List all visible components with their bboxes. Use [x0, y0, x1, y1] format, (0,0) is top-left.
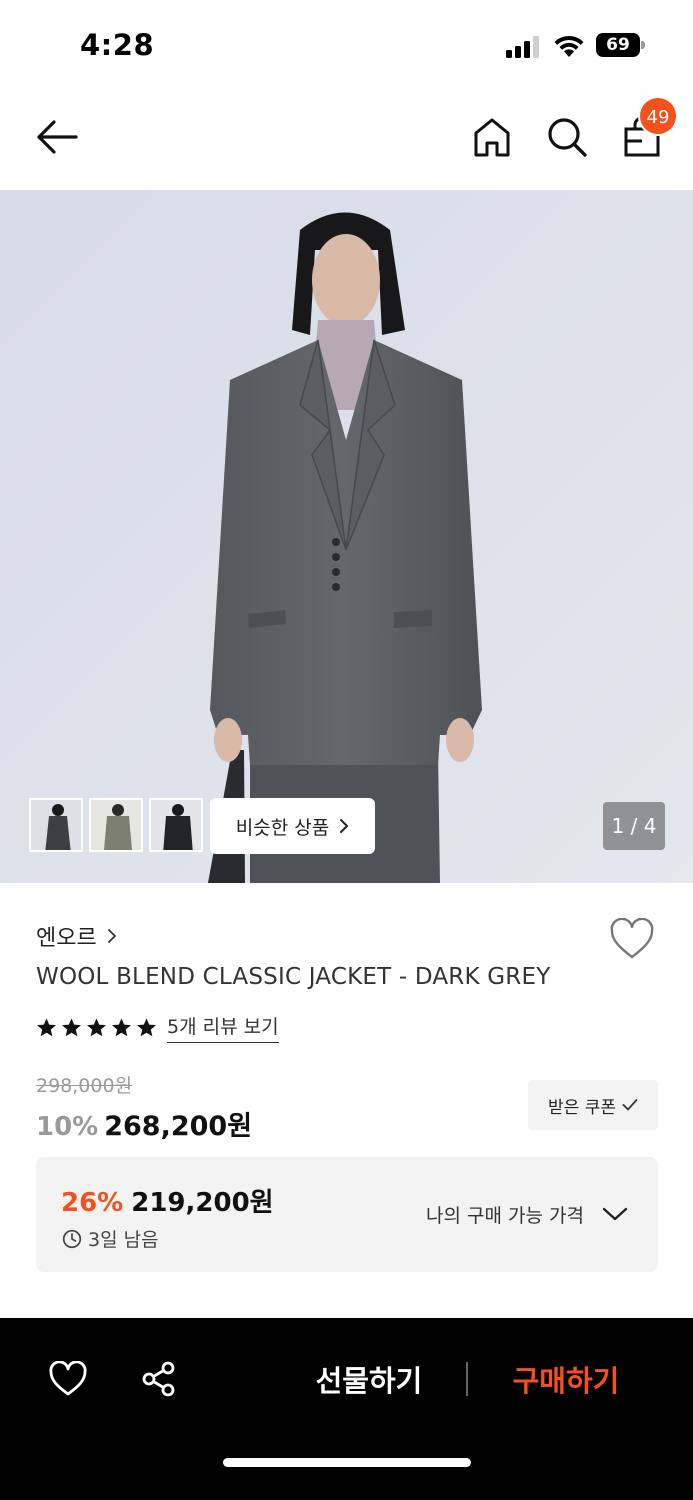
time-left-label: 3일 남음	[88, 1229, 159, 1251]
status-time: 4:28	[80, 28, 155, 62]
gallery-page-indicator: 1 / 4	[603, 802, 665, 850]
star-icon	[112, 1018, 131, 1037]
coupon-label: 받은 쿠폰	[548, 1097, 616, 1118]
chevron-right-icon	[107, 929, 116, 943]
similar-products-button[interactable]: 비슷한 상품	[210, 798, 375, 854]
gallery-thumbnail-2[interactable]	[89, 798, 143, 852]
my-price-label: 나의 구매 가능 가격	[426, 1205, 584, 1227]
gallery-thumbnail-3[interactable]	[149, 798, 203, 852]
sale-price: 268,200원	[104, 1111, 253, 1142]
battery-icon: 69	[596, 33, 645, 57]
back-arrow-icon[interactable]	[34, 117, 80, 157]
share-icon[interactable]	[140, 1360, 178, 1398]
cellular-signal-icon	[506, 36, 542, 58]
home-icon[interactable]	[472, 116, 512, 158]
gallery-thumbnail-1[interactable]	[29, 798, 83, 852]
buy-button[interactable]: 구매하기	[497, 1356, 635, 1406]
star-icon	[37, 1018, 56, 1037]
bottom-action-bar: 선물하기 구매하기	[0, 1318, 693, 1500]
discount-rate: 10%	[36, 1112, 99, 1142]
best-price-row: 26% 219,200원	[61, 1182, 274, 1219]
received-coupon-button[interactable]: 받은 쿠폰	[528, 1080, 658, 1130]
star-icon	[87, 1018, 106, 1037]
like-heart-icon[interactable]	[48, 1361, 88, 1397]
time-left: 3일 남음	[62, 1225, 159, 1252]
product-image-gallery[interactable]: 비슷한 상품 1 / 4	[0, 190, 693, 883]
clock-icon	[62, 1229, 82, 1248]
status-bar: 4:28 69	[0, 0, 693, 90]
my-best-price-panel[interactable]: 26% 219,200원 3일 남음 나의 구매 가능 가격	[36, 1157, 658, 1272]
best-discount-rate: 26%	[61, 1188, 124, 1218]
star-icon	[137, 1018, 156, 1037]
best-price: 219,200원	[131, 1188, 274, 1218]
original-price: 298,000원	[36, 1075, 133, 1097]
gift-button[interactable]: 선물하기	[300, 1356, 438, 1406]
brand-link[interactable]: 엔오르	[36, 920, 117, 952]
similar-products-label: 비슷한 상품	[235, 816, 330, 839]
top-nav-bar	[0, 90, 693, 190]
wishlist-heart-icon[interactable]	[609, 918, 655, 960]
cart-count-badge: 49	[638, 96, 678, 136]
price-row: 10% 268,200원	[36, 1104, 252, 1143]
rating-row: 5개 리뷰 보기	[36, 1012, 279, 1043]
product-title: WOOL BLEND CLASSIC JACKET - DARK GREY	[36, 964, 551, 990]
search-icon[interactable]	[546, 116, 588, 158]
star-icon	[62, 1018, 81, 1037]
wifi-icon	[554, 35, 584, 57]
product-photo	[0, 190, 693, 883]
battery-level: 69	[596, 33, 640, 57]
check-icon	[622, 1099, 638, 1111]
chevron-right-icon	[340, 819, 349, 833]
chevron-down-icon[interactable]	[602, 1206, 628, 1222]
home-indicator[interactable]	[223, 1458, 471, 1467]
review-link[interactable]: 5개 리뷰 보기	[167, 1012, 279, 1043]
divider	[466, 1362, 468, 1396]
brand-name: 엔오르	[36, 926, 97, 951]
